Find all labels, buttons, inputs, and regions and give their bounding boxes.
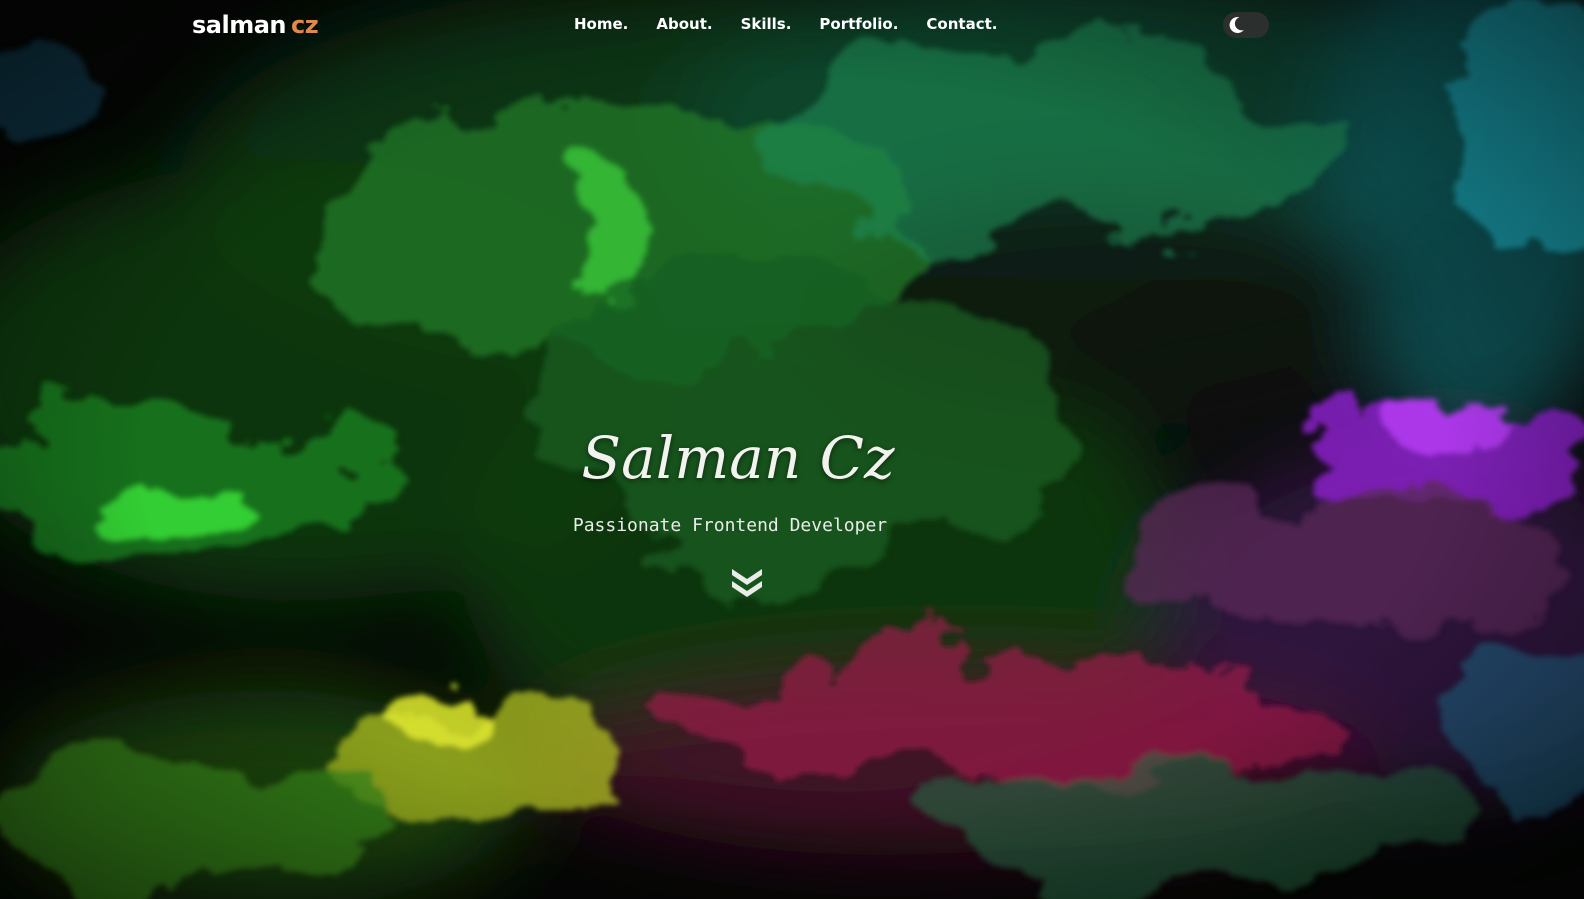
nav-link-skills[interactable]: Skills. bbox=[741, 13, 792, 35]
navbar: salman cz Home. About. Skills. Portfolio.… bbox=[0, 0, 1584, 48]
double-chevron-down-icon[interactable] bbox=[729, 566, 765, 600]
nav-link-about[interactable]: About. bbox=[656, 13, 712, 35]
moon-icon bbox=[1229, 16, 1244, 33]
nav-link-contact[interactable]: Contact. bbox=[926, 13, 997, 35]
logo-accent: cz bbox=[291, 11, 319, 39]
site-logo[interactable]: salman cz bbox=[192, 10, 319, 40]
hero-title: Salman Cz bbox=[581, 424, 895, 492]
theme-toggle[interactable] bbox=[1223, 12, 1269, 38]
main-nav: Home. About. Skills. Portfolio. Contact. bbox=[574, 13, 997, 35]
nav-link-home[interactable]: Home. bbox=[574, 13, 628, 35]
logo-main: salman bbox=[192, 11, 287, 39]
page: salman cz Home. About. Skills. Portfolio.… bbox=[0, 0, 1584, 899]
hero-subtitle: Passionate Frontend Developer bbox=[572, 515, 888, 536]
nav-link-portfolio[interactable]: Portfolio. bbox=[819, 13, 898, 35]
